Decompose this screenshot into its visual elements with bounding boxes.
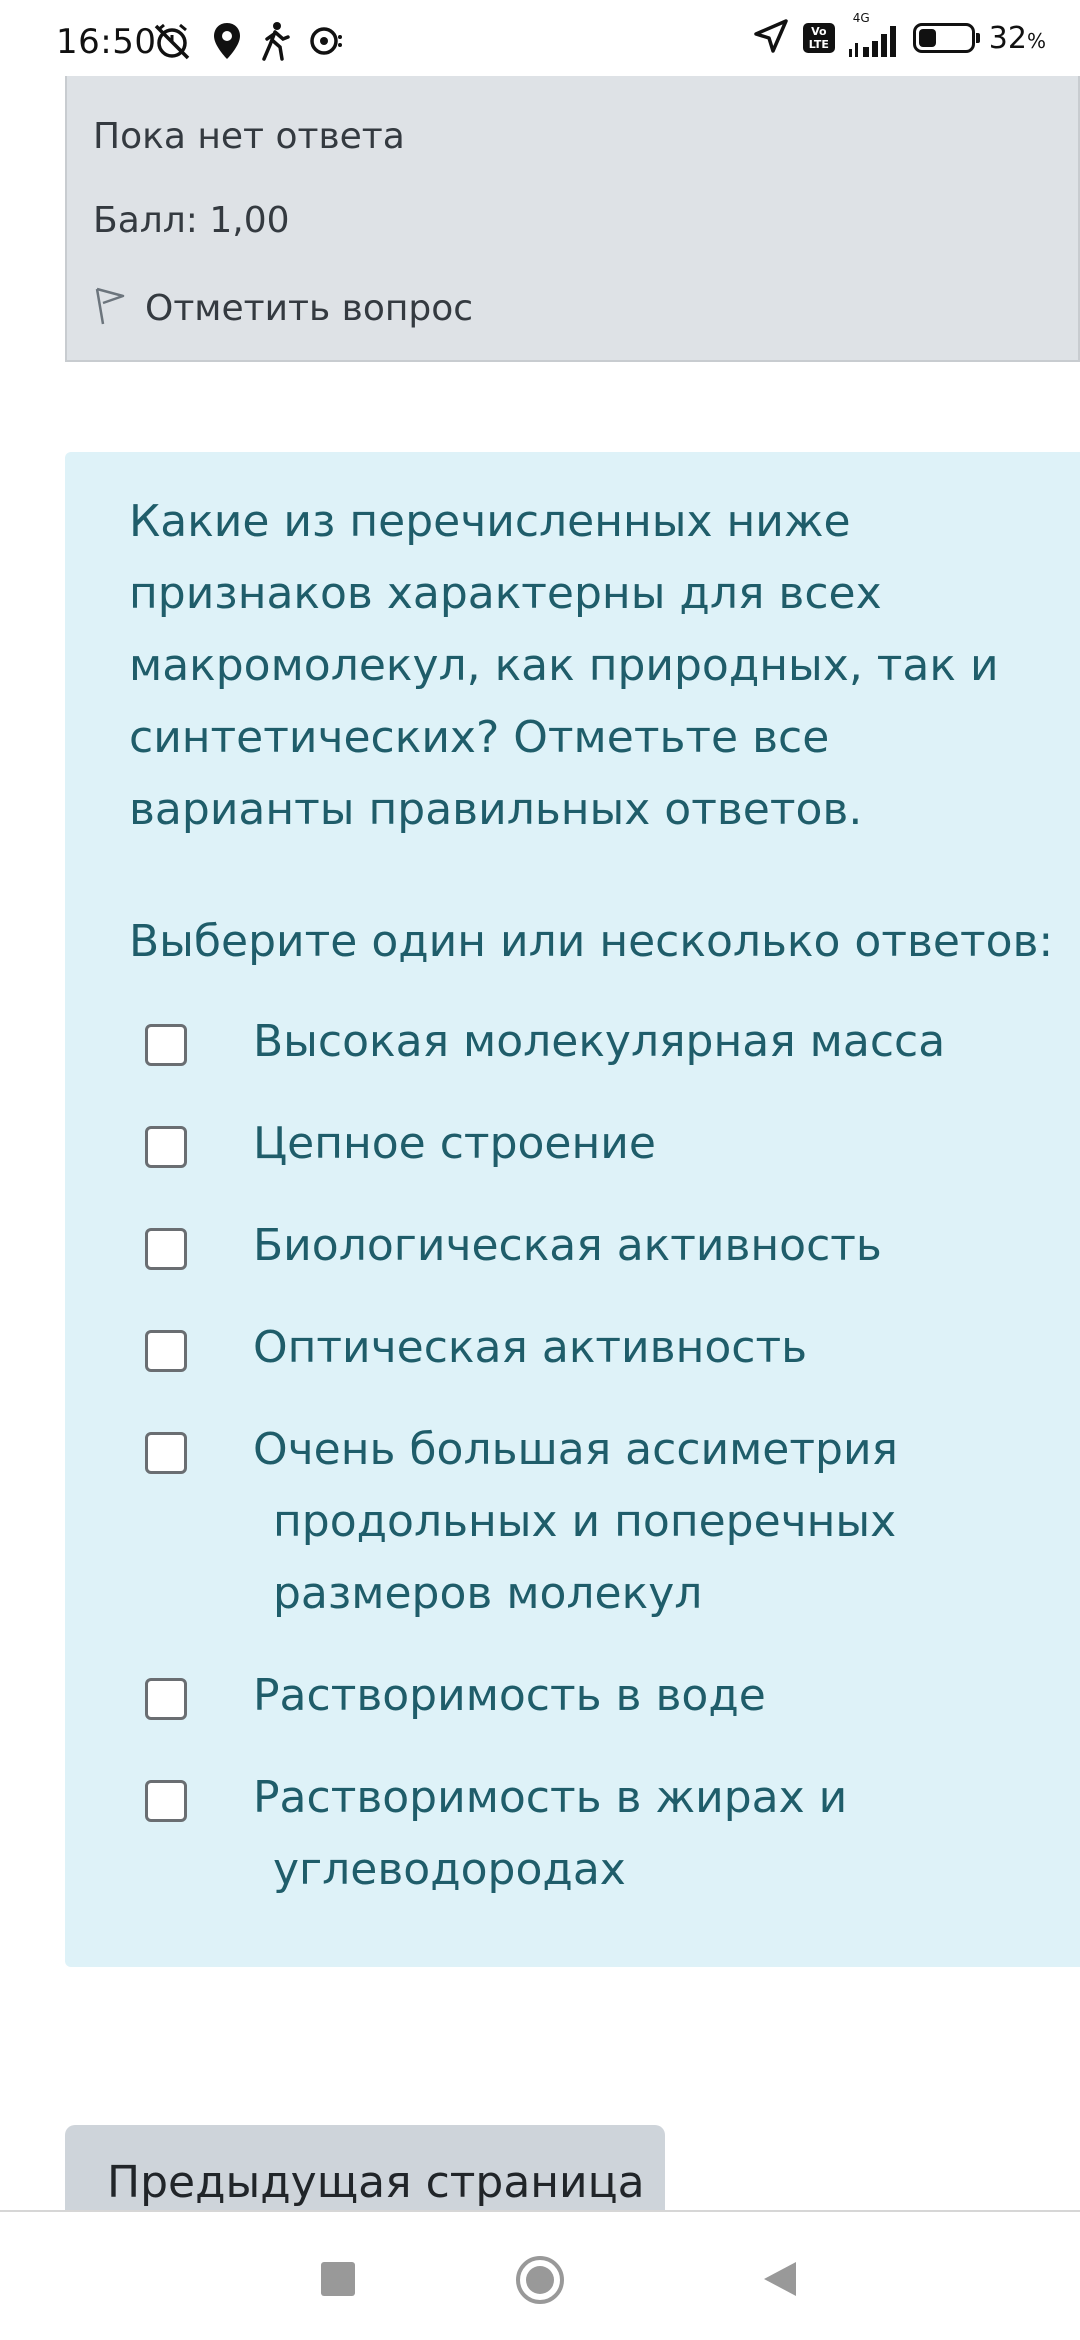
answer-option[interactable]: Растворимость в воде xyxy=(145,1660,1025,1732)
checkbox[interactable] xyxy=(145,1780,187,1822)
answer-option-label: Растворимость в жирах и углеводородах xyxy=(253,1772,848,1895)
answer-option-label: Оптическая активность xyxy=(253,1322,808,1373)
answer-option[interactable]: Высокая молекулярная масса xyxy=(145,1006,1025,1078)
checkbox[interactable] xyxy=(145,1024,187,1066)
flag-icon xyxy=(93,286,127,330)
answer-option-label: Цепное строение xyxy=(253,1118,656,1169)
answer-option-label: Биологическая активность xyxy=(253,1220,882,1271)
status-time: 16:50 xyxy=(56,22,157,62)
answer-option[interactable]: Оптическая активность xyxy=(145,1312,1025,1384)
back-icon[interactable] xyxy=(762,2260,798,2302)
answer-options: Высокая молекулярная масса Цепное строен… xyxy=(145,1006,1025,1936)
checkbox[interactable] xyxy=(145,1330,187,1372)
checkbox[interactable] xyxy=(145,1126,187,1168)
signal-icon: 4G xyxy=(848,11,899,57)
navigation-arrow-icon xyxy=(753,18,789,58)
checkbox[interactable] xyxy=(145,1678,187,1720)
recents-icon[interactable] xyxy=(321,2262,355,2300)
question-block: Какие из перечисленных ниже признаков ха… xyxy=(65,452,1080,1967)
question-score: Балл: 1,00 xyxy=(93,200,290,241)
volte-icon: Vo LTE xyxy=(802,23,835,53)
battery-percent: 32% xyxy=(988,20,1046,56)
location-pin-icon xyxy=(212,21,242,65)
answer-prompt: Выберите один или несколько ответов: xyxy=(129,916,1054,967)
previous-question-info: Пока нет ответа Балл: 1,00 Отметить вопр… xyxy=(65,60,1080,362)
answer-option[interactable]: Биологическая активность xyxy=(145,1210,1025,1282)
answer-option-label: Высокая молекулярная масса xyxy=(253,1016,946,1067)
answer-status: Пока нет ответа xyxy=(93,116,405,157)
status-right-icons: Vo LTE 4G 32% xyxy=(753,11,1046,58)
status-left-icons xyxy=(150,20,344,66)
answer-option[interactable]: Очень большая ассиметрия продольных и по… xyxy=(145,1414,1025,1630)
status-bar: 16:50 Vo LTE 4G 32% xyxy=(0,0,1080,76)
flag-question-link[interactable]: Отметить вопрос xyxy=(93,286,473,330)
home-icon[interactable] xyxy=(514,2254,566,2310)
answer-option-label: Очень большая ассиметрия продольных и по… xyxy=(253,1424,899,1619)
answer-option-label: Растворимость в воде xyxy=(253,1670,766,1721)
flag-question-label: Отметить вопрос xyxy=(145,287,474,329)
answer-option[interactable]: Цепное строение xyxy=(145,1108,1025,1180)
chat-icon xyxy=(308,23,344,63)
system-nav-bar xyxy=(0,2210,1080,2340)
answer-option[interactable]: Растворимость в жирах и углеводородах xyxy=(145,1762,1025,1906)
battery-icon xyxy=(912,23,980,53)
question-text: Какие из перечисленных ниже признаков ха… xyxy=(129,496,999,835)
checkbox[interactable] xyxy=(145,1432,187,1474)
checkbox[interactable] xyxy=(145,1228,187,1270)
walking-icon xyxy=(260,21,290,65)
muted-alarm-icon xyxy=(150,20,194,66)
